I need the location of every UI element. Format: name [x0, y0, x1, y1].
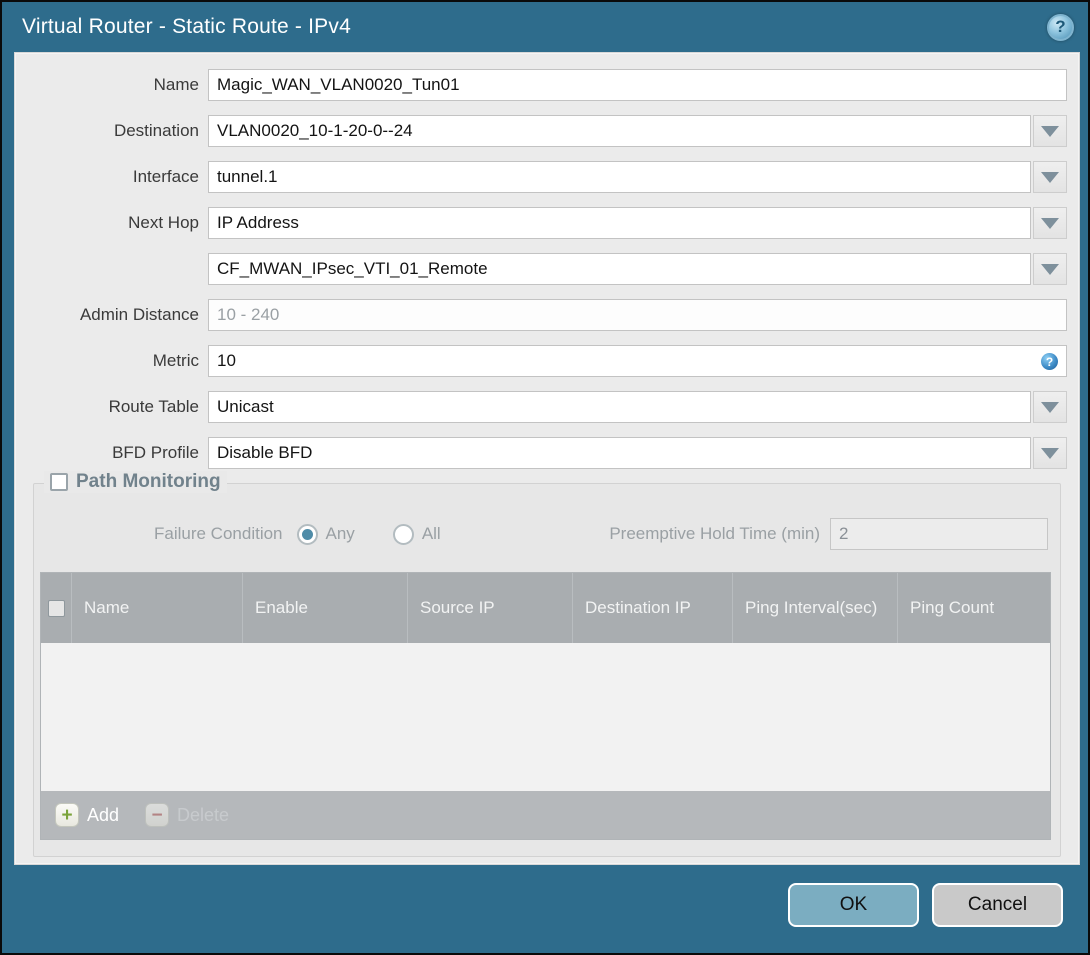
- dialog-content-panel: Name Destination Interface: [14, 52, 1080, 865]
- column-header-name[interactable]: Name: [71, 573, 242, 643]
- path-monitoring-checkbox[interactable]: [50, 473, 68, 491]
- help-icon[interactable]: ?: [1047, 13, 1074, 41]
- form-row-destination: Destination: [15, 115, 1067, 147]
- metric-label: Metric: [152, 351, 199, 370]
- next-hop-address-dropdown-button[interactable]: [1033, 253, 1067, 285]
- chevron-down-icon: [1041, 401, 1059, 413]
- dialog-titlebar: Virtual Router - Static Route - IPv4 ?: [2, 2, 1088, 52]
- route-table-input[interactable]: [208, 391, 1031, 423]
- radio-any-icon[interactable]: [296, 523, 318, 545]
- next-hop-type-input[interactable]: [208, 207, 1031, 239]
- destination-label: Destination: [113, 121, 199, 140]
- form-row-next-hop: Next Hop: [15, 207, 1067, 239]
- column-header-enable[interactable]: Enable: [242, 573, 407, 643]
- delete-button[interactable]: − Delete: [145, 803, 229, 827]
- interface-input[interactable]: [208, 161, 1031, 193]
- column-header-destination-ip[interactable]: Destination IP: [572, 573, 732, 643]
- form-row-metric: Metric ?: [15, 345, 1067, 377]
- path-monitoring-section: Path Monitoring Failure Condition Any Al…: [33, 471, 1061, 857]
- next-hop-label: Next Hop: [128, 213, 199, 232]
- column-header-ping-count[interactable]: Ping Count: [897, 573, 1050, 643]
- chevron-down-icon: [1041, 217, 1059, 229]
- radio-all-label: All: [421, 524, 441, 543]
- static-route-form: Name Destination Interface: [15, 53, 1079, 469]
- metric-input[interactable]: [208, 345, 1067, 377]
- admin-distance-input[interactable]: [208, 299, 1067, 331]
- bfd-profile-label: BFD Profile: [112, 443, 199, 462]
- select-all-checkbox[interactable]: [47, 599, 65, 617]
- route-table-dropdown-button[interactable]: [1033, 391, 1067, 423]
- radio-any-label: Any: [325, 524, 355, 543]
- bfd-profile-input[interactable]: [208, 437, 1031, 469]
- form-row-bfd-profile: BFD Profile: [15, 437, 1067, 469]
- table-body-empty[interactable]: [41, 643, 1050, 791]
- interface-dropdown-button[interactable]: [1033, 161, 1067, 193]
- delete-button-label: Delete: [177, 804, 230, 825]
- minus-icon: −: [145, 803, 170, 827]
- table-footer-bar: + Add − Delete: [41, 791, 1050, 839]
- failure-condition-any-option[interactable]: Any: [296, 523, 355, 545]
- name-input[interactable]: [208, 69, 1067, 101]
- chevron-down-icon: [1041, 447, 1059, 459]
- preemptive-hold-time-input[interactable]: [830, 518, 1048, 550]
- dialog-title: Virtual Router - Static Route - IPv4: [22, 15, 351, 38]
- failure-condition-row: Failure Condition Any All Preemptive Hol…: [154, 518, 1048, 550]
- failure-condition-all-option[interactable]: All: [392, 523, 441, 545]
- path-monitoring-title: Path Monitoring: [76, 471, 221, 492]
- destination-dropdown-button[interactable]: [1033, 115, 1067, 147]
- ok-button[interactable]: OK: [788, 883, 919, 927]
- static-route-dialog: Virtual Router - Static Route - IPv4 ? N…: [0, 0, 1090, 955]
- add-button-label: Add: [87, 804, 120, 825]
- form-row-route-table: Route Table: [15, 391, 1067, 423]
- chevron-down-icon: [1041, 171, 1059, 183]
- next-hop-dropdown-button[interactable]: [1033, 207, 1067, 239]
- form-row-name: Name: [15, 69, 1067, 101]
- column-header-ping-interval[interactable]: Ping Interval(sec): [732, 573, 897, 643]
- form-row-admin-distance: Admin Distance: [15, 299, 1067, 331]
- admin-distance-label: Admin Distance: [79, 305, 199, 324]
- table-header-row: Name Enable Source IP Destination IP Pin…: [41, 573, 1050, 643]
- radio-all-icon[interactable]: [392, 523, 414, 545]
- form-row-next-hop-address: [15, 253, 1067, 285]
- route-table-label: Route Table: [108, 397, 199, 416]
- next-hop-address-input[interactable]: [208, 253, 1031, 285]
- plus-icon: +: [55, 803, 79, 827]
- chevron-down-icon: [1041, 263, 1059, 275]
- preemptive-hold-time-label: Preemptive Hold Time (min): [609, 524, 820, 543]
- form-row-interface: Interface: [15, 161, 1067, 193]
- failure-condition-label: Failure Condition: [154, 524, 283, 543]
- chevron-down-icon: [1041, 125, 1059, 137]
- interface-label: Interface: [132, 167, 199, 186]
- path-monitoring-table: Name Enable Source IP Destination IP Pin…: [40, 572, 1051, 840]
- name-label: Name: [153, 75, 199, 94]
- cancel-button[interactable]: Cancel: [932, 883, 1063, 927]
- add-button[interactable]: + Add: [55, 803, 119, 827]
- destination-input[interactable]: [208, 115, 1031, 147]
- bfd-profile-dropdown-button[interactable]: [1033, 437, 1067, 469]
- column-header-source-ip[interactable]: Source IP: [407, 573, 572, 643]
- path-monitoring-legend: Path Monitoring: [44, 471, 227, 493]
- metric-help-icon[interactable]: ?: [1041, 353, 1058, 370]
